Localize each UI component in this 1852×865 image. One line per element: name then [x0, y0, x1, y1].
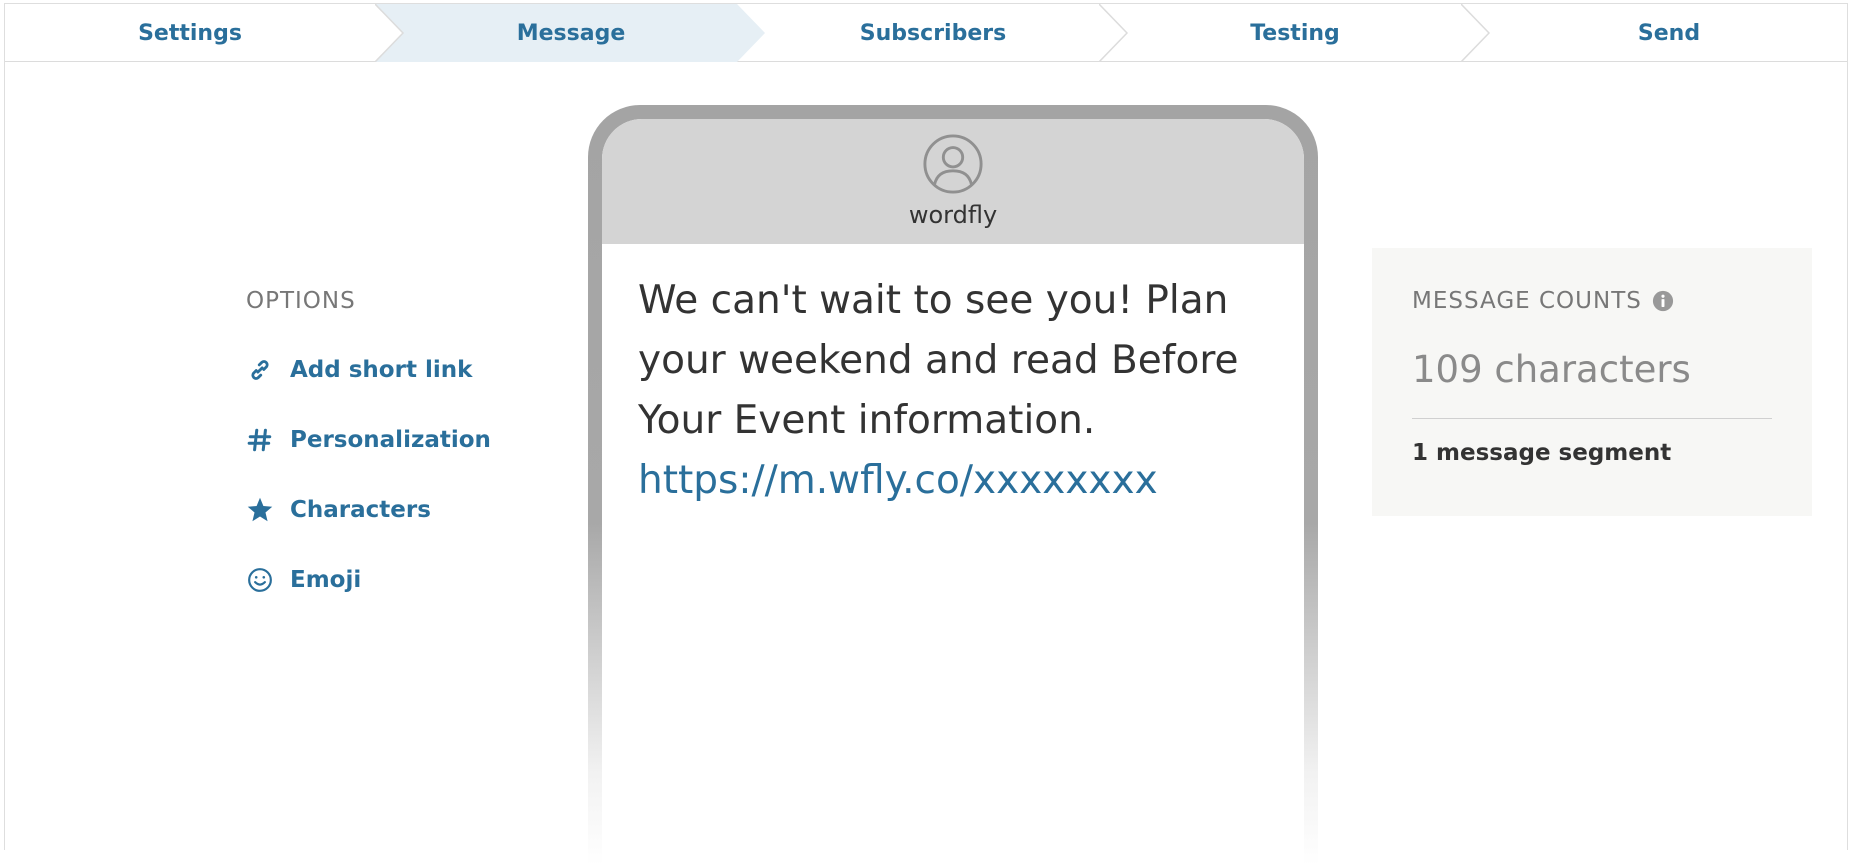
star-icon	[246, 496, 274, 524]
step-send[interactable]: Send	[1461, 4, 1847, 62]
divider	[1412, 418, 1772, 419]
message-counts-title: MESSAGE COUNTS	[1412, 288, 1642, 314]
message-text: We can't wait to see you! Plan your week…	[638, 278, 1239, 443]
segment-count: 1 message segment	[1412, 440, 1672, 466]
user-avatar-icon	[923, 134, 983, 194]
step-message[interactable]: Message	[375, 4, 737, 62]
step-label: Send	[1637, 20, 1701, 46]
step-label: Subscribers	[859, 20, 1007, 46]
message-link[interactable]: https://m.wfly.co/xxxxxxxx	[638, 458, 1158, 503]
app-frame: Settings Message Subscribers Testing Sen…	[4, 3, 1848, 865]
steps-nav: Settings Message Subscribers Testing Sen…	[5, 4, 1847, 62]
step-separator-chevron	[375, 4, 409, 62]
option-label: Characters	[290, 497, 431, 523]
character-count: 109 characters	[1412, 348, 1691, 391]
step-separator-chevron	[1099, 4, 1129, 62]
sender-name: wordfly	[908, 201, 998, 229]
hash-icon	[246, 426, 274, 454]
options-heading: OPTIONS	[246, 288, 356, 314]
step-label: Message	[516, 20, 626, 46]
step-settings[interactable]: Settings	[5, 4, 375, 62]
phone-screen: wordfly We can't wait to see you! Plan y…	[602, 119, 1304, 865]
phone-preview: wordfly We can't wait to see you! Plan y…	[588, 105, 1318, 865]
link-icon	[246, 356, 274, 384]
step-label: Testing	[1250, 20, 1340, 46]
characters-option[interactable]: Characters	[246, 493, 431, 527]
add-short-link-option[interactable]: Add short link	[246, 353, 472, 387]
message-counts-heading: MESSAGE COUNTS	[1412, 288, 1674, 314]
step-label: Settings	[138, 20, 242, 46]
step-testing[interactable]: Testing	[1099, 4, 1461, 62]
step-subscribers[interactable]: Subscribers	[737, 4, 1099, 62]
option-label: Personalization	[290, 427, 491, 453]
step-separator-chevron	[1461, 4, 1491, 62]
message-counts-panel: MESSAGE COUNTS 109 characters 1 message …	[1372, 248, 1812, 516]
step-separator-chevron	[737, 4, 765, 62]
option-label: Add short link	[290, 357, 473, 383]
emoji-option[interactable]: Emoji	[246, 563, 361, 597]
phone-header: wordfly	[602, 119, 1304, 244]
option-label: Emoji	[290, 567, 362, 593]
message-body[interactable]: We can't wait to see you! Plan your week…	[638, 271, 1258, 511]
info-icon[interactable]	[1652, 290, 1674, 312]
smiley-icon	[246, 566, 274, 594]
personalization-option[interactable]: Personalization	[246, 423, 491, 457]
